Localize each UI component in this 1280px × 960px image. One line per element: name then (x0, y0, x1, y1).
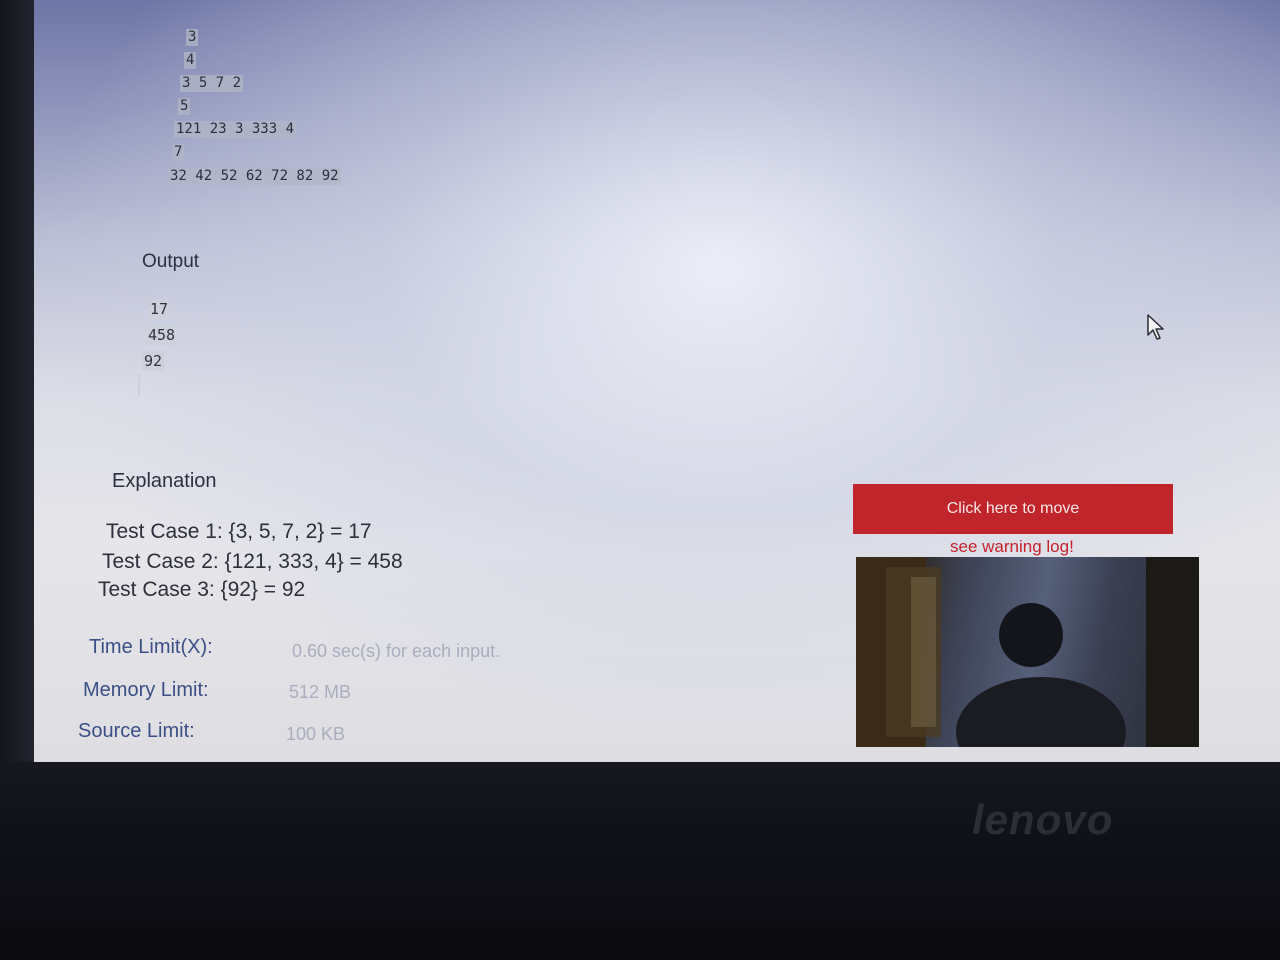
source-limit-label: Source Limit: (78, 720, 195, 742)
explanation-line: Test Case 1: {3, 5, 7, 2} = 17 (106, 520, 372, 543)
webcam-feed-image (856, 557, 1199, 747)
explanation-line: Test Case 2: {121, 333, 4} = 458 (102, 550, 403, 573)
input-line: 4 (184, 52, 197, 69)
output-line: 92 (142, 351, 165, 371)
output-line: 17 (148, 299, 171, 319)
text-caret (138, 374, 140, 396)
input-line: 7 (172, 144, 185, 161)
input-line: 3 (186, 29, 199, 46)
time-limit-value: 0.60 sec(s) for each input. (292, 641, 501, 661)
bezel-left-edge (0, 0, 34, 762)
input-line: 32 42 52 62 72 82 92 (168, 168, 341, 185)
input-line: 5 (178, 98, 191, 115)
output-heading: Output (142, 251, 200, 272)
memory-limit-value: 512 MB (289, 682, 352, 702)
input-line: 121 23 3 333 4 (174, 121, 297, 138)
laptop-lower-bezel (0, 762, 1280, 960)
mouse-pointer-icon (1147, 314, 1164, 340)
source-limit-value: 100 KB (286, 724, 346, 744)
warning-log-link[interactable]: see warning log! (950, 537, 1074, 557)
output-line: 458 (146, 325, 178, 345)
memory-limit-label: Memory Limit: (83, 679, 209, 701)
webcam-preview (856, 557, 1199, 747)
brand-logo: lenovo (972, 796, 1114, 843)
explanation-line: Test Case 3: {92} = 92 (98, 578, 306, 601)
explanation-heading: Explanation (112, 470, 217, 492)
time-limit-label: Time Limit(X): (89, 636, 213, 658)
move-widget-button[interactable]: Click here to move (853, 484, 1173, 534)
input-line: 3 5 7 2 (180, 75, 244, 92)
